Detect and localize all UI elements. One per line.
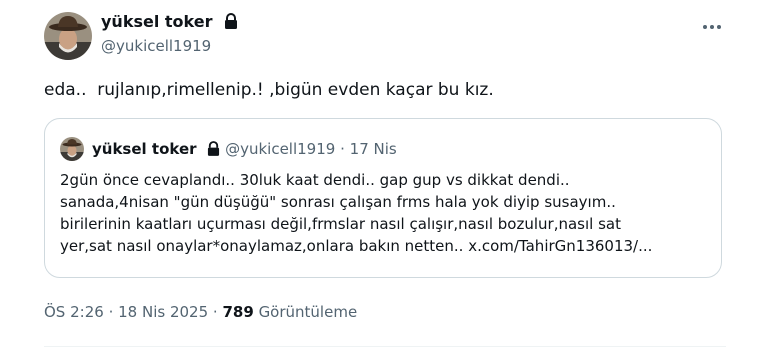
quote-text-line: sanada,4nisan "gün düşüğü" sonrası çalış… xyxy=(60,193,616,211)
author-name-text: yüksel toker xyxy=(101,12,213,31)
meta-separator: · xyxy=(108,303,114,321)
more-dots-icon xyxy=(702,15,722,34)
lock-icon xyxy=(224,13,238,34)
quote-header: yüksel toker @yukicell1919 · 17 Nis xyxy=(92,139,397,161)
tweet-date[interactable]: 18 Nis 2025 xyxy=(118,303,208,321)
views-count: 789 xyxy=(222,303,254,321)
quote-author-handle: @yukicell1919 xyxy=(225,140,336,158)
quote-text-line: yer,sat nasıl onaylar*onaylamaz,onlara b… xyxy=(60,237,653,255)
views-label: Görüntüleme xyxy=(258,303,358,321)
tweet-text: eda.. rujlanıp,rimellenip.! ,bigün evden… xyxy=(44,80,494,100)
tweet-time[interactable]: ÖS 2:26 xyxy=(44,303,104,321)
lock-icon xyxy=(207,141,220,161)
quote-author-avatar xyxy=(60,137,84,161)
quote-date: 17 Nis xyxy=(349,140,397,158)
more-options-button[interactable] xyxy=(698,12,726,36)
quote-text: 2gün önce cevaplandı.. 30luk kaat dendi.… xyxy=(60,169,710,257)
meta-separator: · xyxy=(212,303,218,321)
quote-text-line: birilerinin kaatları uçurması değil,frms… xyxy=(60,215,621,233)
author-handle[interactable]: @yukicell1919 xyxy=(101,36,211,56)
author-name[interactable]: yüksel toker xyxy=(101,12,238,34)
quote-author-name: yüksel toker xyxy=(92,140,197,158)
quote-text-line: 2gün önce cevaplandı.. 30luk kaat dendi.… xyxy=(60,171,570,189)
quoted-tweet-card[interactable]: yüksel toker @yukicell1919 · 17 Nis 2gün… xyxy=(44,118,722,278)
author-avatar[interactable] xyxy=(44,12,92,60)
tweet-meta: ÖS 2:26 · 18 Nis 2025 · 789 Görüntüleme xyxy=(44,302,357,322)
quote-separator: · xyxy=(340,140,345,158)
